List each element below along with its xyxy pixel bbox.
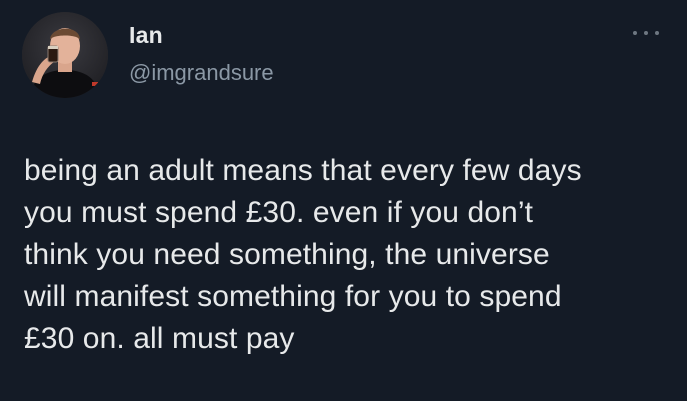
avatar[interactable]	[22, 12, 108, 98]
tweet-text: being an adult means that every few days…	[24, 154, 582, 355]
tweet-card: Ian @imgrandsure being an adult means th…	[0, 0, 687, 401]
dot	[633, 31, 637, 35]
display-name[interactable]: Ian	[129, 22, 163, 49]
dot	[655, 31, 659, 35]
dot	[644, 31, 648, 35]
more-options-icon[interactable]	[633, 26, 659, 40]
profile-photo-icon	[22, 12, 108, 98]
user-handle[interactable]: @imgrandsure	[129, 60, 274, 86]
